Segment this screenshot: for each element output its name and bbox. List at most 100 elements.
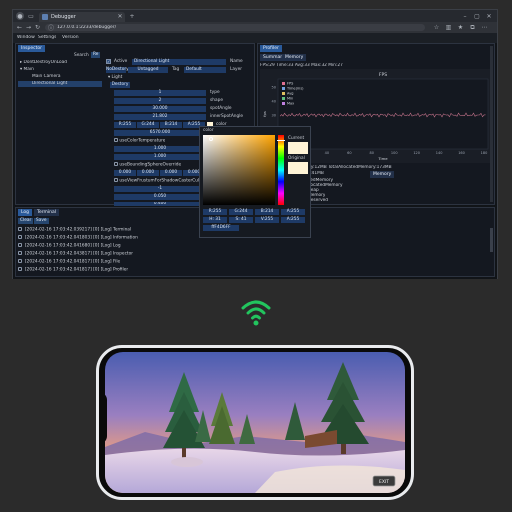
profiler-tab[interactable]: Profiler [260, 45, 282, 52]
minimize-icon[interactable]: – [461, 12, 469, 20]
back-icon[interactable]: ← [16, 24, 23, 31]
bounding-sphere-toggle[interactable]: useBoundingSphereOverride [114, 162, 181, 168]
temperature-field[interactable]: 6570.000 [114, 130, 206, 136]
close-tab-icon[interactable]: ✕ [117, 13, 123, 20]
tree-item-selected[interactable]: Directional Light [18, 81, 102, 87]
hue-slider[interactable] [278, 135, 284, 205]
more-menu-icon[interactable]: ⋯ [481, 24, 488, 31]
prop-field[interactable]: 21.802 [114, 114, 206, 120]
tree-item[interactable]: ▾ Main [20, 67, 34, 73]
toggle-label: useColorTemperature [119, 138, 166, 144]
component-header[interactable]: ▾ Light [108, 75, 226, 81]
saturation-value-square[interactable] [203, 135, 275, 205]
clear-button[interactable]: Clear [18, 218, 34, 224]
picker-v-field[interactable]: V:255 [255, 217, 279, 223]
prop-label: innerSpotAngle [210, 114, 244, 119]
maximize-icon[interactable]: ▢ [473, 12, 481, 20]
log-line[interactable]: [2024-02-16 17:03:42.041817] [0] [Log] F… [18, 259, 120, 265]
menu-settings[interactable]: Settings [38, 35, 56, 40]
color-r-field[interactable]: R:255 [114, 122, 136, 128]
memory-column-header: Memory [370, 171, 395, 178]
destroy-button[interactable]: Destory [110, 82, 130, 88]
debugger-app: Window Settings Version Inspector Search… [13, 33, 497, 279]
log-scrollbar[interactable] [490, 228, 493, 252]
sv-cursor[interactable] [209, 137, 213, 141]
menu-version[interactable]: Version [62, 35, 79, 40]
log-info-icon [18, 259, 22, 263]
toggle-label: useViewFrustumForShadowCasterCull [119, 178, 201, 184]
tree-item[interactable]: Main Camera [32, 74, 61, 80]
picker-hex-field[interactable]: ffF4D6FF [203, 225, 239, 231]
sphere-field[interactable]: 0.000 [160, 170, 182, 176]
memory-subtab[interactable]: Memory [282, 54, 307, 61]
y-axis-label: fps [262, 111, 267, 117]
log-tab-label: Log [21, 210, 30, 215]
inspector-tab[interactable]: Inspector [18, 45, 45, 52]
name-field[interactable]: Directional Light [132, 59, 226, 65]
log-line[interactable]: [2024-02-16 17:03:42.043817] [0] [Log] I… [18, 251, 133, 257]
intensity-field[interactable]: 1.000 [114, 146, 206, 152]
phone-notch [99, 392, 107, 444]
browser-tabbar: ● ▭ Debugger ✕ + – ▢ ✕ [13, 10, 497, 22]
star-icon[interactable]: ☆ [433, 24, 440, 31]
menu-window[interactable]: Window [17, 35, 35, 40]
log-text: [2024-02-16 17:03:42.041817] [0] [Log] F… [25, 259, 121, 265]
search-button[interactable]: Re [91, 52, 101, 58]
split-view-icon[interactable]: ▥ [445, 24, 452, 31]
active-checkbox[interactable]: ✓ [106, 59, 111, 64]
hue-cursor[interactable] [277, 140, 285, 141]
terminal-tab[interactable]: Terminal [34, 209, 60, 216]
color-b-field[interactable]: B:214 [160, 122, 182, 128]
forward-icon[interactable]: → [25, 24, 32, 31]
picker-h-field[interactable]: H: 31 [203, 217, 227, 223]
close-window-icon[interactable]: ✕ [485, 12, 493, 20]
sphere-field[interactable]: 0.000 [137, 170, 159, 176]
prop-field[interactable]: 30.000 [114, 106, 206, 112]
site-info-icon[interactable]: ⓘ [48, 24, 54, 32]
favorites-icon[interactable]: ★ [457, 24, 464, 31]
log-tab[interactable]: Log [18, 209, 33, 216]
picker-s-field[interactable]: S: 41 [229, 217, 253, 223]
prop-field[interactable]: 1 [114, 90, 206, 96]
layer-dropdown[interactable]: Default [184, 67, 226, 73]
use-color-temp-toggle[interactable]: useColorTemperature [114, 138, 165, 144]
x-tick-label: 140 [436, 151, 443, 155]
profiler-scrollbar[interactable] [490, 46, 493, 202]
collections-icon[interactable]: ⧉ [469, 24, 476, 31]
sphere-field[interactable]: 0.000 [114, 170, 136, 176]
nodestroy-button[interactable]: NoDestory [106, 67, 129, 73]
y-tick-label: 50 [272, 86, 276, 90]
browser-tab[interactable]: Debugger ✕ [39, 12, 125, 22]
picker-b-field[interactable]: B:214 [255, 209, 279, 215]
tag-dropdown[interactable]: Untagged [128, 67, 168, 73]
browser-window: ● ▭ Debugger ✕ + – ▢ ✕ ← → ↻ ⓘ 127.0.0.1… [12, 9, 498, 279]
picker-alpha-field[interactable]: A:255 [281, 217, 305, 223]
bounce-field[interactable]: 1.000 [114, 154, 206, 160]
phone-device: EXIT [96, 345, 414, 500]
profile-icon[interactable]: ● [16, 12, 24, 20]
save-button[interactable]: Save [34, 218, 49, 224]
tree-item[interactable]: ▸ DontDestroyOnLoad [20, 60, 67, 66]
reload-icon[interactable]: ↻ [34, 24, 41, 31]
memory-item: Reserved [308, 198, 328, 203]
tab-list-icon[interactable]: ▭ [27, 12, 35, 20]
picker-a-field[interactable]: A:255 [281, 209, 305, 215]
log-line[interactable]: [2024-02-16 17:03:42.041803] [0] [Log] I… [18, 235, 138, 241]
prop-field[interactable]: 2 [114, 98, 206, 104]
color-g-field[interactable]: G:244 [137, 122, 159, 128]
picker-r-field[interactable]: R:255 [203, 209, 227, 215]
log-line[interactable]: [2024-02-16 17:03:42.041680] [0] [Log] L… [18, 243, 121, 249]
shadow-field[interactable]: 0.050 [114, 194, 206, 200]
shadow-culling-toggle[interactable]: useViewFrustumForShadowCasterCull [114, 178, 206, 184]
legend-swatch [282, 102, 285, 105]
legend-entry: Avg [287, 92, 293, 96]
address-bar[interactable]: ⓘ 127.0.0.1:2233/debugger/ [45, 24, 425, 32]
legend-swatch [282, 92, 285, 95]
log-line[interactable]: [2024-02-16 17:03:42.041817] [0] [Log] P… [18, 267, 128, 273]
picker-g-field[interactable]: G:244 [229, 209, 253, 215]
log-line[interactable]: [2024-02-16 17:03:42.039217] [0] [Log] T… [18, 227, 131, 233]
new-tab-icon[interactable]: + [128, 12, 136, 20]
shadow-field[interactable]: -1 [114, 186, 206, 192]
shadow-field[interactable]: 0.400 [114, 202, 206, 206]
original-swatch[interactable] [288, 162, 308, 174]
